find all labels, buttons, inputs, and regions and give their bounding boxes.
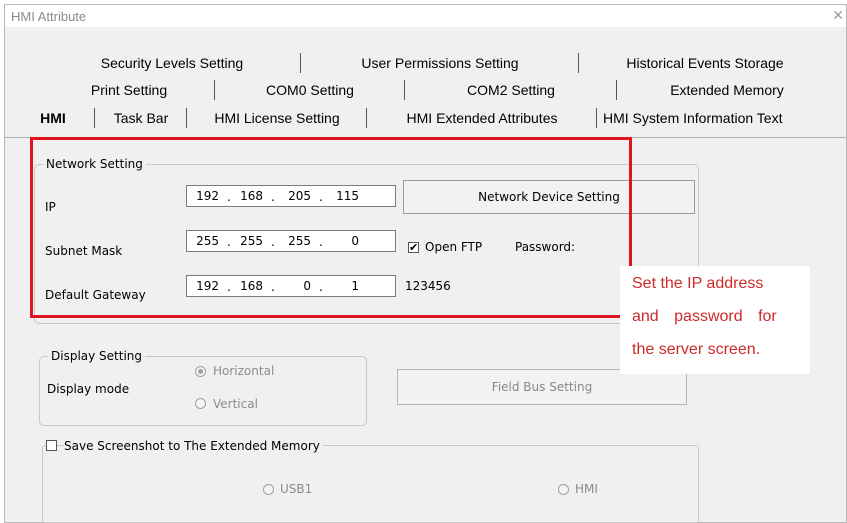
password-field[interactable]: 123456: [405, 279, 451, 293]
open-ftp-label: Open FTP: [425, 240, 483, 254]
gateway-octet-1: 192: [196, 279, 219, 293]
ip-dot: .: [319, 190, 323, 204]
annotation-line-2: and password for: [632, 308, 777, 325]
network-device-setting-button[interactable]: Network Device Setting: [403, 180, 695, 214]
screenshot-storage-group: [42, 445, 699, 523]
ip-label: IP: [45, 200, 56, 214]
tab-com0-setting[interactable]: COM0 Setting: [215, 78, 405, 102]
default-gateway-field[interactable]: 192 . 168 . 0 . 1: [186, 275, 396, 297]
vertical-label: Vertical: [213, 397, 258, 411]
ip-octet-1: 192: [196, 189, 219, 203]
gateway-dot: .: [227, 280, 231, 294]
display-mode-label: Display mode: [47, 382, 130, 396]
gateway-octet-3: 0: [303, 279, 311, 293]
checkmark-icon: ✔: [409, 241, 419, 254]
ip-dot: .: [227, 190, 231, 204]
hmi-label: HMI: [575, 482, 598, 496]
tab-user-permissions-setting[interactable]: User Permissions Setting: [301, 51, 579, 75]
ip-octet-3: 205: [288, 189, 311, 203]
save-screenshot-label: Save Screenshot to The Extended Memory: [64, 439, 323, 453]
tab-com2-setting[interactable]: COM2 Setting: [405, 78, 617, 102]
hmi-radio[interactable]: [558, 484, 569, 495]
tab-row-2: Print Setting COM0 Setting COM2 Setting …: [5, 78, 846, 102]
gateway-dot: .: [271, 280, 275, 294]
ip-address-field[interactable]: 192 . 168 . 205 . 115: [186, 185, 396, 207]
subnet-dot: .: [227, 235, 231, 249]
subnet-mask-label: Subnet Mask: [45, 244, 123, 258]
display-setting-legend: Display Setting: [48, 349, 146, 363]
tab-row-3: HMI Task Bar HMI License Setting HMI Ext…: [5, 106, 846, 130]
ip-octet-2: 168: [240, 189, 263, 203]
gateway-octet-4: 1: [351, 279, 359, 293]
tab-hmi-license-setting[interactable]: HMI License Setting: [187, 106, 367, 130]
tab-hmi-extended-attributes[interactable]: HMI Extended Attributes: [367, 106, 597, 130]
gateway-octet-2: 168: [240, 279, 263, 293]
horizontal-radio[interactable]: [195, 366, 206, 377]
save-screenshot-checkbox[interactable]: [46, 440, 57, 451]
close-icon[interactable]: ✕: [832, 7, 844, 24]
subnet-octet-4: 0: [351, 234, 359, 248]
usb1-label: USB1: [280, 482, 313, 496]
tab-task-bar[interactable]: Task Bar: [95, 106, 187, 130]
ip-octet-4: 115: [336, 189, 359, 203]
title-bar: HMI Attribute ✕: [5, 5, 846, 27]
tab-hmi[interactable]: HMI: [11, 106, 95, 130]
tab-historical-events-storage[interactable]: Historical Events Storage: [579, 51, 831, 75]
open-ftp-checkbox[interactable]: ✔: [408, 242, 419, 253]
tab-print-setting[interactable]: Print Setting: [43, 78, 215, 102]
gateway-dot: .: [319, 280, 323, 294]
usb1-radio[interactable]: [263, 484, 274, 495]
annotation-line-1: Set the IP address: [632, 275, 764, 292]
subnet-dot: .: [319, 235, 323, 249]
subnet-octet-1: 255: [196, 234, 219, 248]
subnet-octet-2: 255: [240, 234, 263, 248]
default-gateway-label: Default Gateway: [45, 288, 146, 302]
hmi-attribute-dialog: HMI Attribute ✕ Security Levels Setting …: [4, 4, 847, 523]
password-label: Password:: [515, 240, 576, 254]
vertical-radio[interactable]: [195, 398, 206, 409]
window-title: HMI Attribute: [11, 9, 87, 24]
tab-security-levels-setting[interactable]: Security Levels Setting: [43, 51, 301, 75]
subnet-octet-3: 255: [288, 234, 311, 248]
network-setting-legend: Network Setting: [43, 157, 146, 171]
tab-extended-memory[interactable]: Extended Memory: [617, 78, 837, 102]
field-bus-setting-button[interactable]: Field Bus Setting: [397, 369, 687, 405]
annotation-line-3: the server screen.: [632, 341, 761, 358]
horizontal-label: Horizontal: [213, 364, 275, 378]
subnet-mask-field[interactable]: 255 . 255 . 255 . 0: [186, 230, 396, 252]
annotation-callout: Set the IP address and password for the …: [620, 266, 810, 374]
tab-hmi-system-information-text[interactable]: HMI System Information Text: [597, 106, 847, 130]
tab-row-1: Security Levels Setting User Permissions…: [5, 51, 846, 75]
ip-dot: .: [271, 190, 275, 204]
subnet-dot: .: [271, 235, 275, 249]
